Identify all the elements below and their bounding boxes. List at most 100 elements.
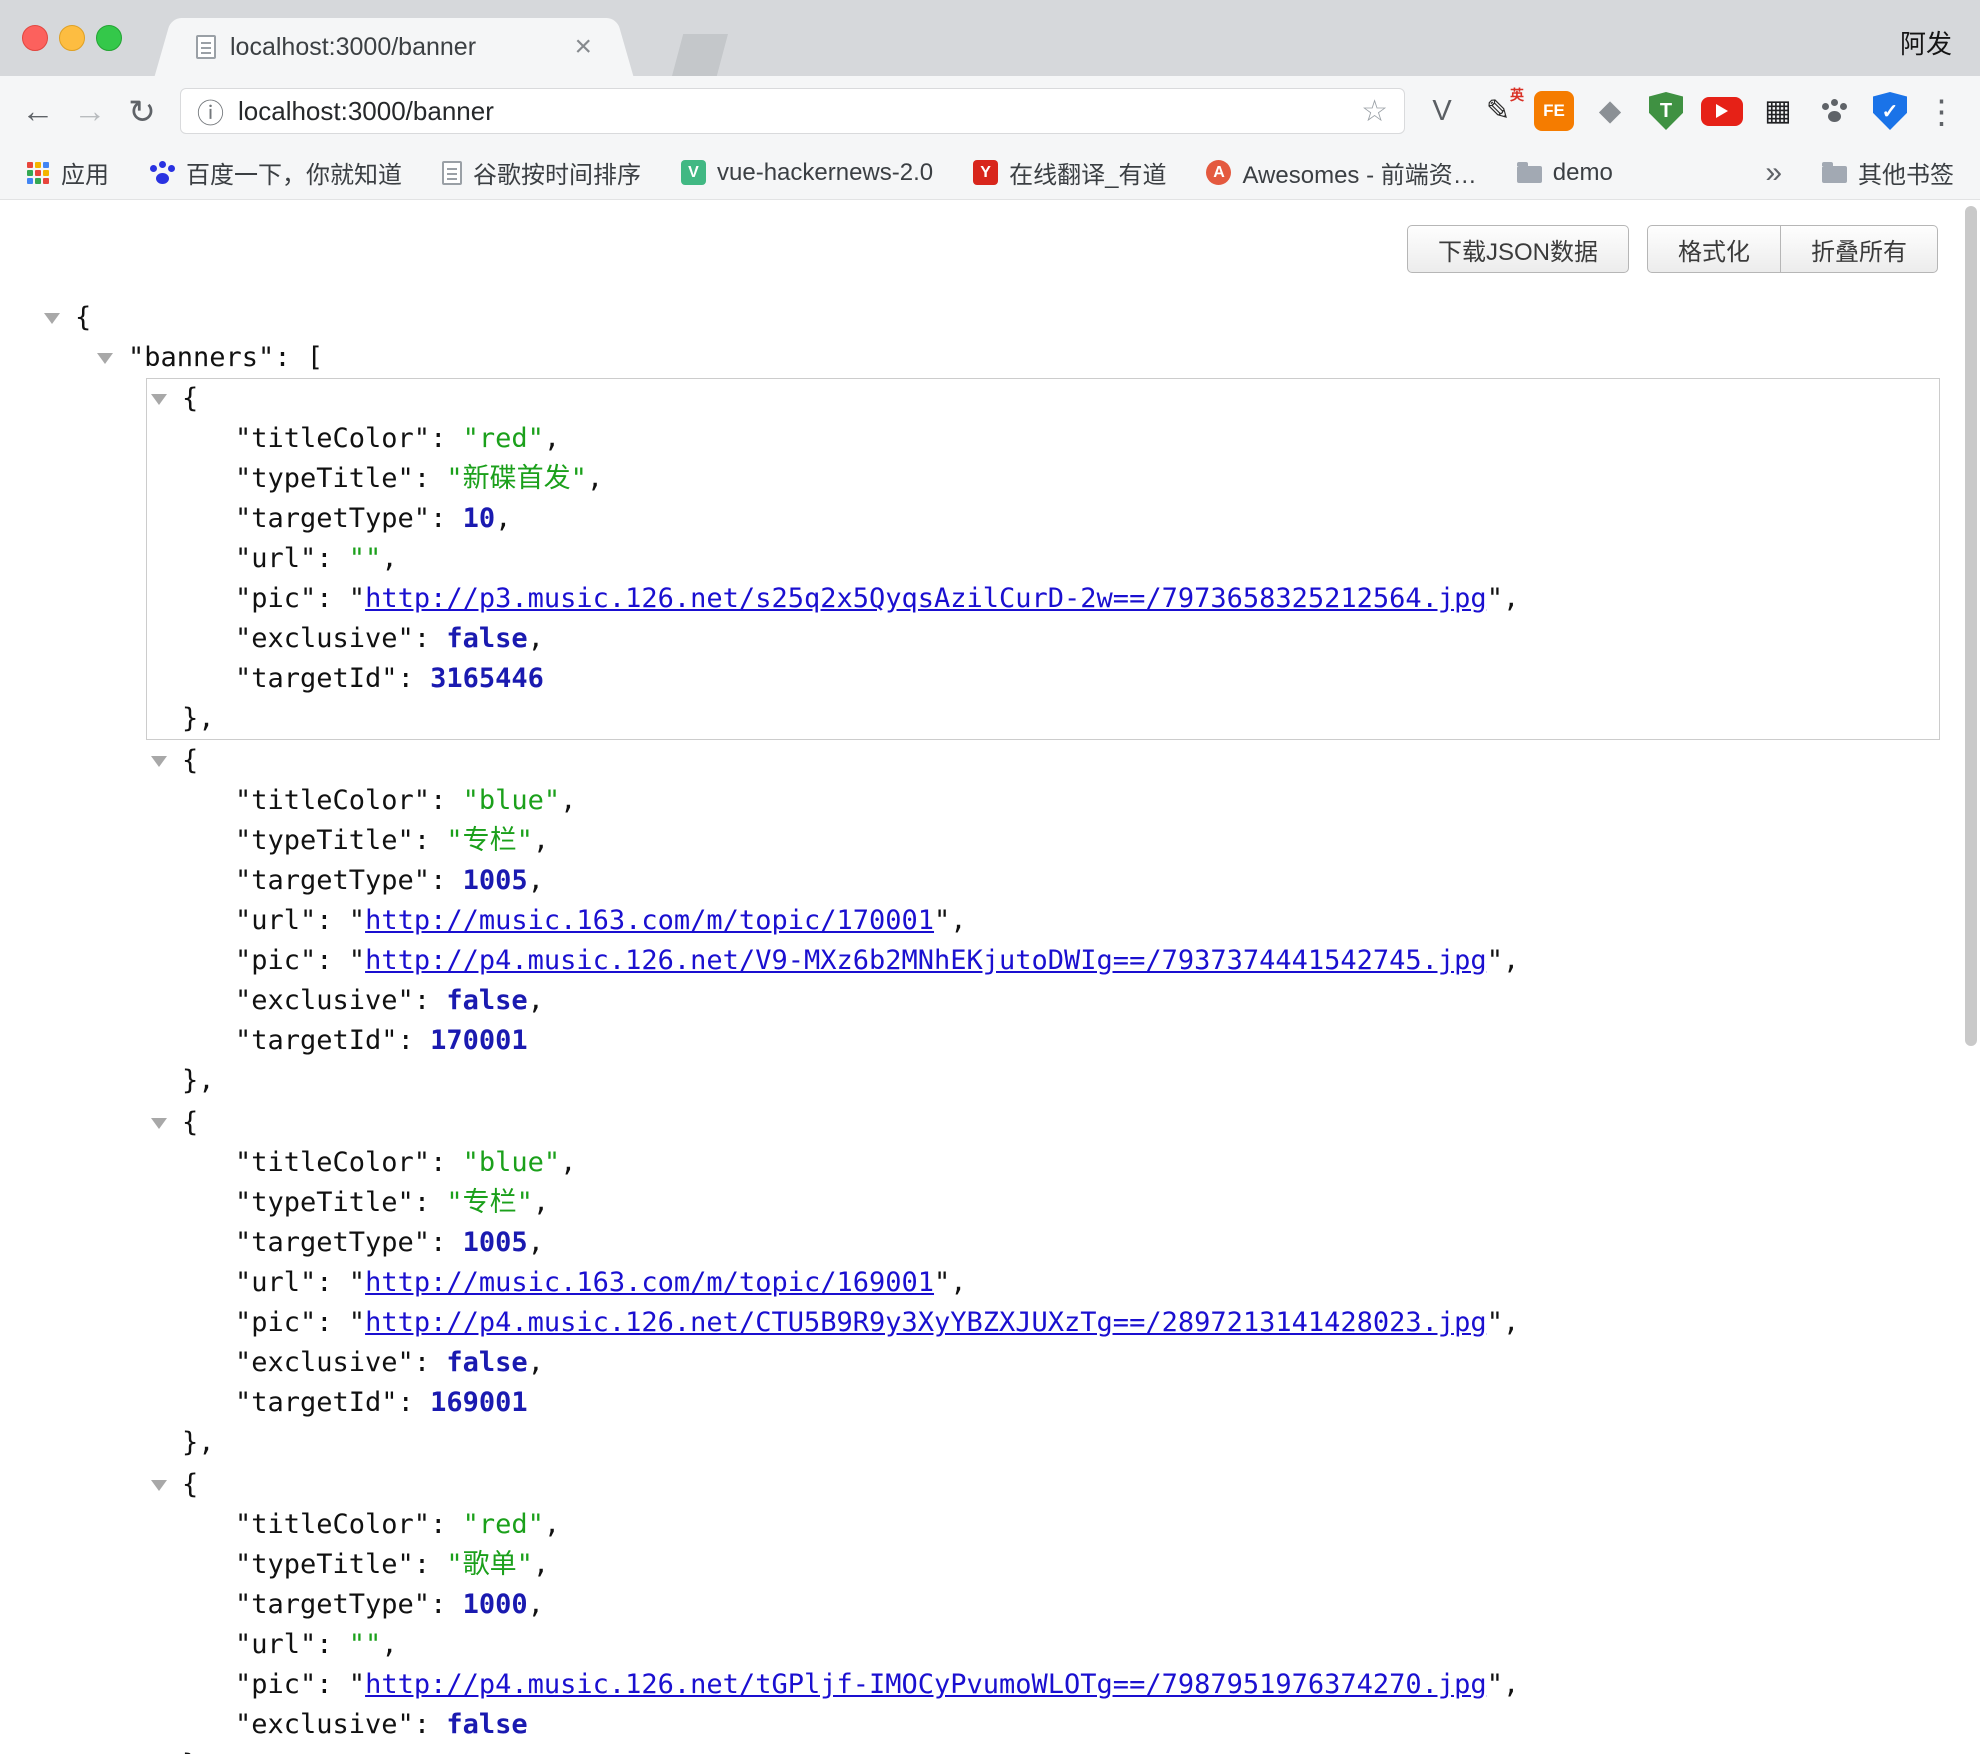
collapse-triangle-icon[interactable] — [97, 353, 113, 364]
json-value: { — [75, 302, 91, 333]
qrcode-extension-icon[interactable]: ▦ — [1755, 88, 1801, 134]
gray-extension-icon[interactable]: ◆ — [1587, 88, 1633, 134]
json-url-link[interactable]: http://music.163.com/m/topic/169001 — [365, 1267, 934, 1298]
json-value: }, — [182, 1065, 215, 1096]
other-bookmarks-folder[interactable]: 其他书签 — [1822, 155, 1954, 190]
tampermonkey-extension-icon[interactable]: T — [1643, 88, 1689, 134]
baidu-paw-icon — [149, 160, 175, 186]
json-line: "exclusive": false — [147, 1705, 1939, 1745]
letter-square-icon: Y — [973, 160, 998, 185]
scrollbar-thumb[interactable] — [1965, 206, 1977, 1046]
zoom-window-button[interactable] — [96, 25, 122, 51]
paw-extension-icon[interactable] — [1811, 88, 1857, 134]
close-window-button[interactable] — [22, 25, 48, 51]
json-value: 1005 — [463, 1227, 528, 1258]
json-url-link[interactable]: http://p4.music.126.net/V9-MXz6b2MNhEKju… — [365, 945, 1487, 976]
json-value: : — [398, 1025, 431, 1056]
json-value: , — [528, 1227, 544, 1258]
bookmark-label: 应用 — [61, 155, 109, 190]
tab-strip: localhost:3000/banner × 阿发 — [0, 0, 1980, 76]
back-button[interactable]: ← — [14, 87, 62, 135]
json-value: , — [560, 1147, 576, 1178]
json-key: "titleColor" — [235, 785, 430, 816]
json-value: , — [587, 463, 603, 494]
reload-button[interactable]: ↻ — [118, 87, 166, 135]
json-value: , — [544, 423, 560, 454]
json-value: : — [316, 905, 349, 936]
json-value: , — [533, 825, 549, 856]
json-key: "pic" — [235, 583, 316, 614]
forward-button[interactable]: → — [66, 87, 114, 135]
json-url-link[interactable]: http://music.163.com/m/topic/170001 — [365, 905, 934, 936]
folder-icon — [1517, 166, 1542, 183]
json-value: false — [446, 1347, 527, 1378]
json-key: "url" — [235, 1629, 316, 1660]
json-value: , — [528, 623, 544, 654]
bookmark-item[interactable]: Y 在线翻译_有道 — [973, 155, 1166, 190]
extension-badge: 英 — [1510, 85, 1524, 105]
format-button[interactable]: 格式化 — [1647, 225, 1781, 273]
site-info-icon[interactable]: ⓘ — [197, 92, 224, 131]
bookmark-item[interactable]: demo — [1517, 159, 1613, 187]
json-value: " — [349, 945, 365, 976]
json-url-link[interactable]: http://p3.music.126.net/s25q2x5QyqsAzilC… — [365, 583, 1487, 614]
json-value: }, — [182, 1427, 215, 1458]
json-line: "url": "", — [147, 1625, 1939, 1665]
bookmark-item[interactable]: 谷歌按时间排序 — [442, 155, 641, 190]
chrome-menu-icon[interactable]: ⋮ — [1917, 92, 1966, 131]
bookmark-item[interactable]: 百度一下，你就知道 — [149, 155, 402, 190]
collapse-triangle-icon[interactable] — [44, 313, 60, 324]
json-value: : — [430, 1509, 463, 1540]
json-value: { — [182, 745, 198, 776]
collapse-triangle-icon[interactable] — [151, 394, 167, 405]
bookmark-star-icon[interactable]: ☆ — [1361, 94, 1388, 129]
json-key: "typeTitle" — [235, 463, 414, 494]
profile-name[interactable]: 阿发 — [1900, 24, 1952, 61]
json-value: : — [316, 1267, 349, 1298]
json-key: "exclusive" — [235, 623, 414, 654]
json-key: "titleColor" — [235, 1147, 430, 1178]
json-line: "titleColor": "red", — [147, 1505, 1939, 1545]
bookmark-label: demo — [1553, 159, 1613, 187]
json-key: "banners" — [128, 342, 274, 373]
json-value: 1000 — [463, 1589, 528, 1620]
bookmark-item[interactable]: 应用 — [26, 155, 109, 190]
vimium-extension-icon[interactable]: V — [1419, 88, 1465, 134]
security-shield-extension-icon[interactable]: ✓ — [1867, 88, 1913, 134]
address-bar[interactable]: ⓘ localhost:3000/banner ☆ — [180, 88, 1405, 134]
json-line: "banners": [ — [0, 338, 1980, 378]
youtube-extension-icon[interactable] — [1699, 88, 1745, 134]
tab-favicon-page-icon — [196, 35, 216, 59]
json-value: , — [544, 1509, 560, 1540]
collapse-triangle-icon[interactable] — [151, 1118, 167, 1129]
new-tab-button[interactable] — [672, 34, 728, 76]
bookmarks-overflow-chevron[interactable]: » — [1765, 156, 1782, 190]
json-value: , — [533, 1549, 549, 1580]
json-line: "targetId": 3165446 — [147, 659, 1939, 699]
json-value: , — [381, 1629, 397, 1660]
collapse-all-button[interactable]: 折叠所有 — [1781, 225, 1938, 273]
json-value: : [ — [274, 342, 323, 373]
json-value: , — [495, 503, 511, 534]
json-url-link[interactable]: http://p4.music.126.net/CTU5B9R9y3XyYBZX… — [365, 1307, 1487, 1338]
bookmark-item[interactable]: Vvue-hackernews-2.0 — [681, 159, 933, 187]
json-url-link[interactable]: http://p4.music.126.net/tGPljf-IMOCyPvum… — [365, 1669, 1487, 1700]
json-line: "pic": "http://p3.music.126.net/s25q2x5Q… — [147, 579, 1939, 619]
traffic-lights — [22, 25, 122, 51]
translate-pen-extension-icon[interactable]: ✎英 — [1475, 88, 1521, 134]
json-value: : — [430, 865, 463, 896]
fe-extension-icon[interactable]: FE — [1531, 88, 1577, 134]
bookmark-label: 在线翻译_有道 — [1009, 155, 1166, 190]
collapse-triangle-icon[interactable] — [151, 756, 167, 767]
page-icon — [442, 161, 462, 185]
json-line: "targetId": 170001 — [147, 1021, 1939, 1061]
collapse-triangle-icon[interactable] — [151, 1480, 167, 1491]
json-key: "pic" — [235, 1307, 316, 1338]
download-json-button[interactable]: 下载JSON数据 — [1407, 225, 1629, 273]
json-line: "targetType": 10, — [147, 499, 1939, 539]
json-value: " — [934, 905, 950, 936]
minimize-window-button[interactable] — [59, 25, 85, 51]
tab-close-icon[interactable]: × — [574, 32, 592, 62]
bookmark-item[interactable]: AAwesomes - 前端资… — [1206, 155, 1476, 190]
browser-tab[interactable]: localhost:3000/banner × — [176, 18, 612, 76]
